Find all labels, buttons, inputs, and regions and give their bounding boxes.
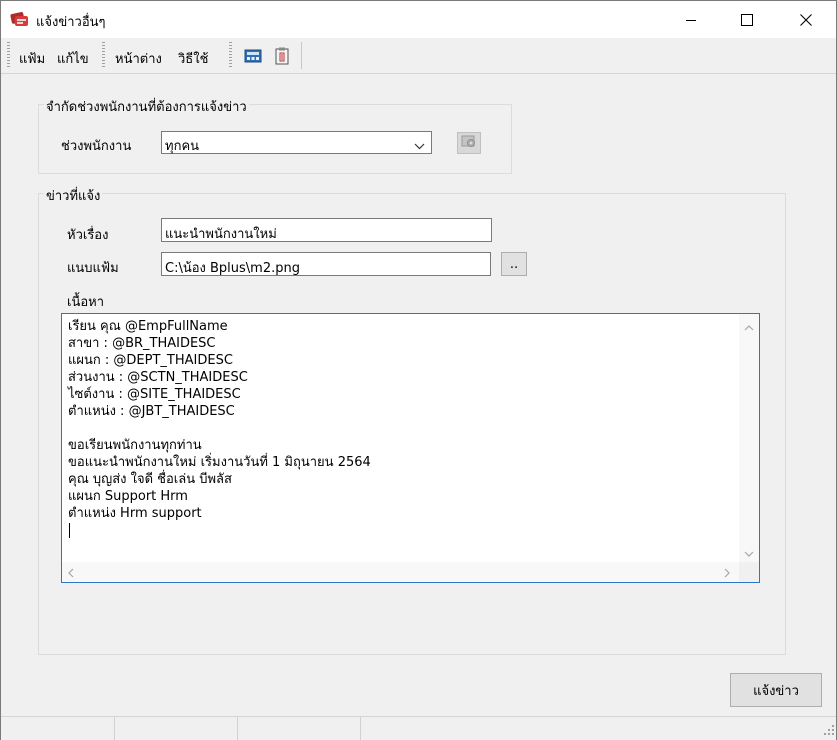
toolbar-grip[interactable] [229,42,232,69]
menu-help[interactable]: วิธีใช้ [178,48,208,69]
minimize-button[interactable] [668,1,714,38]
status-panel [115,717,238,740]
browse-button-label: .. [509,256,519,272]
employee-range-group-title: จำกัดช่วงพนักงานที่ต้องการแจ้งข่าว [44,96,249,117]
notify-button[interactable]: แจ้งข่าว [730,673,822,707]
attachment-value: C:\น้อง Bplus\m2.png [165,261,300,276]
subject-value: แนะนำพนักงานใหม่ [165,227,277,242]
status-bar [1,716,836,740]
employee-range-value: ทุกคน [165,139,200,154]
subject-input[interactable]: แนะนำพนักงานใหม่ [161,218,492,242]
menu-file[interactable]: แฟ้ม [19,48,45,69]
toolbar-grip[interactable] [102,42,105,69]
status-panel [238,717,361,740]
content-textarea[interactable]: เรียน คุณ @EmpFullName สาขา : @BR_THAIDES… [61,313,760,583]
content-line: ตำแหน่ง Hrm support [68,506,202,521]
menu-edit[interactable]: แก้ไข [57,48,89,69]
calculator-icon[interactable] [244,47,262,65]
toolbar-separator [301,42,302,69]
maximize-icon [741,13,753,26]
subject-label: หัวเรื่อง [67,228,109,243]
resize-grip-icon[interactable] [824,724,834,738]
scroll-corner [739,562,759,582]
content-text: เรียน คุณ @EmpFullName สาขา : @BR_THAIDES… [68,318,371,522]
scroll-left-icon[interactable] [68,567,74,581]
employee-range-label: ช่วงพนักงาน [61,139,132,154]
menu-window[interactable]: หน้าต่าง [115,48,162,69]
content-label: เนื้อหา [67,295,105,310]
status-panel [1,717,115,740]
window-title: แจ้งข่าวอื่นๆ [36,15,106,30]
filter-settings-icon [461,135,477,152]
scroll-up-icon[interactable] [744,320,754,334]
menu-toolbar: แฟ้ม แก้ไข หน้าต่าง วิธีใช้ [1,38,836,74]
content-line: แผนก : @DEPT_THAIDESC [68,353,233,368]
notify-button-label: แจ้งข่าว [753,683,799,699]
employee-range-button[interactable] [457,132,481,154]
horizontal-scrollbar[interactable] [62,562,739,582]
maximize-button[interactable] [724,1,770,38]
close-button[interactable] [783,1,829,38]
content-line [68,420,371,437]
attachment-label: แนบแฟ้ม [67,261,119,276]
content-line: ส่วนงาน : @SCTN_THAIDESC [68,370,248,385]
app-logo-icon [10,10,30,28]
scroll-down-icon[interactable] [744,546,754,560]
close-icon [800,13,812,26]
main-window: แจ้งข่าวอื่นๆ แฟ้ม แก้ไข หน้าต่าง วิธีใช… [0,0,837,740]
scroll-right-icon[interactable] [724,567,730,581]
chevron-down-icon [414,139,425,153]
content-line: ขอเรียนพนักงานทุกท่าน [68,438,202,453]
vertical-scrollbar[interactable] [739,314,759,564]
content-line: สาขา : @BR_THAIDESC [68,336,216,351]
content-line: แผนก Support Hrm [68,489,188,504]
content-line: ไซต์งาน : @SITE_THAIDESC [68,387,241,402]
attachment-input[interactable]: C:\น้อง Bplus\m2.png [161,252,491,276]
text-caret [69,523,70,538]
content-line: เรียน คุณ @EmpFullName [68,319,228,334]
clipboard-icon[interactable] [273,47,291,65]
title-bar: แจ้งข่าวอื่นๆ [1,1,836,38]
minimize-icon [686,19,696,21]
toolbar-grip[interactable] [7,42,10,69]
content-line: ตำแหน่ง : @JBT_THAIDESC [68,404,235,419]
status-panel [361,717,821,740]
news-group-title: ข่าวที่แจ้ง [44,185,103,206]
content-line: คุณ บุญส่ง ใจดี ชื่อเล่น บีพลัส [68,472,232,487]
browse-button[interactable]: .. [501,252,527,276]
employee-range-select[interactable]: ทุกคน [161,131,432,154]
content-line: ขอแนะนำพนักงานใหม่ เริ่มงานวันที่ 1 มิถุ… [68,455,371,470]
